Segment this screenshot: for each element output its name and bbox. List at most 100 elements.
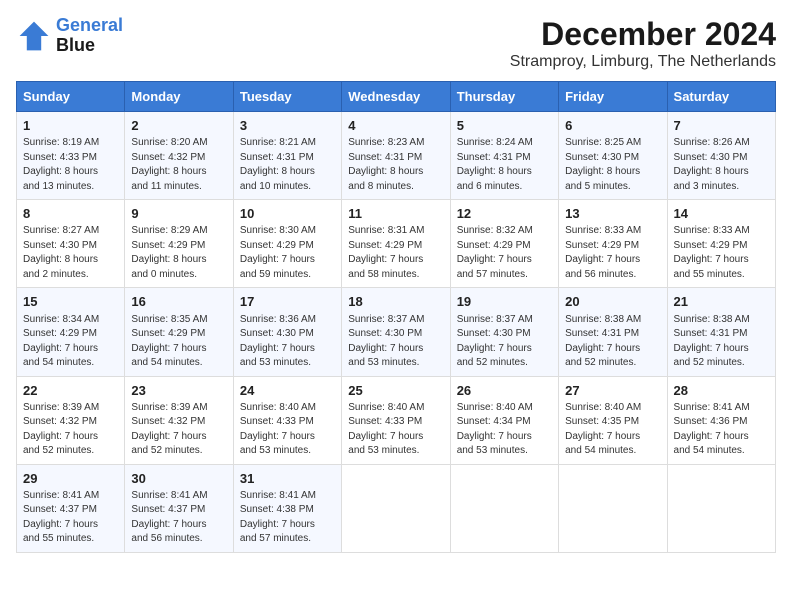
calendar-cell: 6Sunrise: 8:25 AMSunset: 4:30 PMDaylight… [559, 112, 667, 200]
logo-icon [16, 18, 52, 54]
day-info: Sunrise: 8:34 AMSunset: 4:29 PMDaylight:… [23, 313, 118, 371]
day-info: Sunrise: 8:23 AMSunset: 4:31 PMDaylight:… [348, 136, 443, 194]
day-number: 10 [240, 205, 335, 223]
day-info: Sunrise: 8:41 AMSunset: 4:38 PMDaylight:… [240, 489, 335, 547]
calendar-cell: 31Sunrise: 8:41 AMSunset: 4:38 PMDayligh… [233, 464, 341, 552]
day-info: Sunrise: 8:40 AMSunset: 4:34 PMDaylight:… [457, 401, 552, 459]
calendar-table: SundayMondayTuesdayWednesdayThursdayFrid… [16, 81, 776, 553]
calendar-cell: 30Sunrise: 8:41 AMSunset: 4:37 PMDayligh… [125, 464, 233, 552]
day-number: 29 [23, 470, 118, 488]
day-number: 22 [23, 382, 118, 400]
day-number: 1 [23, 117, 118, 135]
calendar-cell: 19 Sunrise: 8:37 AMSunset: 4:30 PMDayligh… [450, 288, 558, 376]
calendar-cell: 12Sunrise: 8:32 AMSunset: 4:29 PMDayligh… [450, 200, 558, 288]
day-info: Sunrise: 8:39 AMSunset: 4:32 PMDaylight:… [131, 401, 226, 459]
weekday-header-monday: Monday [125, 82, 233, 112]
day-number: 2 [131, 117, 226, 135]
calendar-cell: 13Sunrise: 8:33 AMSunset: 4:29 PMDayligh… [559, 200, 667, 288]
weekday-header-thursday: Thursday [450, 82, 558, 112]
calendar-cell: 4Sunrise: 8:23 AMSunset: 4:31 PMDaylight… [342, 112, 450, 200]
day-number: 25 [348, 382, 443, 400]
calendar-cell [342, 464, 450, 552]
day-number: 15 [23, 293, 118, 311]
calendar-cell: 3Sunrise: 8:21 AMSunset: 4:31 PMDaylight… [233, 112, 341, 200]
day-number: 26 [457, 382, 552, 400]
day-info: Sunrise: 8:37 AMSunset: 4:30 PMDaylight:… [457, 313, 552, 371]
day-number: 27 [565, 382, 660, 400]
calendar-cell: 26Sunrise: 8:40 AMSunset: 4:34 PMDayligh… [450, 376, 558, 464]
day-number: 13 [565, 205, 660, 223]
day-info: Sunrise: 8:41 AMSunset: 4:37 PMDaylight:… [23, 489, 118, 547]
calendar-cell: 28Sunrise: 8:41 AMSunset: 4:36 PMDayligh… [667, 376, 775, 464]
weekday-header-sunday: Sunday [17, 82, 125, 112]
logo: GeneralBlue [16, 16, 123, 56]
calendar-cell: 18 Sunrise: 8:37 AMSunset: 4:30 PMDayligh… [342, 288, 450, 376]
month-title: December 2024 [510, 16, 776, 53]
calendar-cell: 11Sunrise: 8:31 AMSunset: 4:29 PMDayligh… [342, 200, 450, 288]
location-title: Stramproy, Limburg, The Netherlands [510, 53, 776, 71]
title-block: December 2024 Stramproy, Limburg, The Ne… [510, 16, 776, 71]
day-info: Sunrise: 8:36 AMSunset: 4:30 PMDaylight:… [240, 313, 335, 371]
day-info: Sunrise: 8:20 AMSunset: 4:32 PMDaylight:… [131, 136, 226, 194]
day-number: 31 [240, 470, 335, 488]
day-info: Sunrise: 8:31 AMSunset: 4:29 PMDaylight:… [348, 224, 443, 282]
day-info: Sunrise: 8:37 AMSunset: 4:30 PMDaylight:… [348, 313, 443, 371]
weekday-header-tuesday: Tuesday [233, 82, 341, 112]
day-info: Sunrise: 8:38 AMSunset: 4:31 PMDaylight:… [565, 313, 660, 371]
calendar-cell [667, 464, 775, 552]
day-info: Sunrise: 8:40 AMSunset: 4:35 PMDaylight:… [565, 401, 660, 459]
calendar-cell [559, 464, 667, 552]
day-number: 16 [131, 293, 226, 311]
day-info: Sunrise: 8:41 AMSunset: 4:36 PMDaylight:… [674, 401, 769, 459]
calendar-cell: 16Sunrise: 8:35 AMSunset: 4:29 PMDayligh… [125, 288, 233, 376]
day-number: 17 [240, 293, 335, 311]
day-info: Sunrise: 8:24 AMSunset: 4:31 PMDaylight:… [457, 136, 552, 194]
day-info: Sunrise: 8:40 AMSunset: 4:33 PMDaylight:… [240, 401, 335, 459]
day-number: 30 [131, 470, 226, 488]
day-number: 12 [457, 205, 552, 223]
day-info: Sunrise: 8:40 AMSunset: 4:33 PMDaylight:… [348, 401, 443, 459]
day-number: 8 [23, 205, 118, 223]
calendar-cell: 25Sunrise: 8:40 AMSunset: 4:33 PMDayligh… [342, 376, 450, 464]
calendar-cell: 2Sunrise: 8:20 AMSunset: 4:32 PMDaylight… [125, 112, 233, 200]
day-number: 7 [674, 117, 769, 135]
weekday-header-friday: Friday [559, 82, 667, 112]
day-number: 23 [131, 382, 226, 400]
logo-text: GeneralBlue [56, 16, 123, 56]
day-number: 18 [348, 293, 443, 311]
day-info: Sunrise: 8:39 AMSunset: 4:32 PMDaylight:… [23, 401, 118, 459]
day-info: Sunrise: 8:33 AMSunset: 4:29 PMDaylight:… [674, 224, 769, 282]
calendar-cell: 7Sunrise: 8:26 AMSunset: 4:30 PMDaylight… [667, 112, 775, 200]
day-number: 19 [457, 293, 552, 311]
day-number: 28 [674, 382, 769, 400]
day-info: Sunrise: 8:26 AMSunset: 4:30 PMDaylight:… [674, 136, 769, 194]
day-info: Sunrise: 8:41 AMSunset: 4:37 PMDaylight:… [131, 489, 226, 547]
day-number: 20 [565, 293, 660, 311]
day-info: Sunrise: 8:25 AMSunset: 4:30 PMDaylight:… [565, 136, 660, 194]
day-number: 9 [131, 205, 226, 223]
calendar-cell: 14Sunrise: 8:33 AMSunset: 4:29 PMDayligh… [667, 200, 775, 288]
calendar-cell: 23Sunrise: 8:39 AMSunset: 4:32 PMDayligh… [125, 376, 233, 464]
calendar-cell: 20 Sunrise: 8:38 AMSunset: 4:31 PMDayligh… [559, 288, 667, 376]
day-number: 14 [674, 205, 769, 223]
weekday-header-wednesday: Wednesday [342, 82, 450, 112]
calendar-cell: 29Sunrise: 8:41 AMSunset: 4:37 PMDayligh… [17, 464, 125, 552]
calendar-cell: 10Sunrise: 8:30 AMSunset: 4:29 PMDayligh… [233, 200, 341, 288]
day-info: Sunrise: 8:27 AMSunset: 4:30 PMDaylight:… [23, 224, 118, 282]
calendar-cell: 27Sunrise: 8:40 AMSunset: 4:35 PMDayligh… [559, 376, 667, 464]
calendar-cell: 9Sunrise: 8:29 AMSunset: 4:29 PMDaylight… [125, 200, 233, 288]
day-number: 5 [457, 117, 552, 135]
day-info: Sunrise: 8:29 AMSunset: 4:29 PMDaylight:… [131, 224, 226, 282]
calendar-cell: 22Sunrise: 8:39 AMSunset: 4:32 PMDayligh… [17, 376, 125, 464]
day-info: Sunrise: 8:33 AMSunset: 4:29 PMDaylight:… [565, 224, 660, 282]
day-number: 6 [565, 117, 660, 135]
calendar-cell: 15 Sunrise: 8:34 AMSunset: 4:29 PMDayligh… [17, 288, 125, 376]
calendar-cell: 1Sunrise: 8:19 AMSunset: 4:33 PMDaylight… [17, 112, 125, 200]
day-info: Sunrise: 8:19 AMSunset: 4:33 PMDaylight:… [23, 136, 118, 194]
day-number: 4 [348, 117, 443, 135]
day-info: Sunrise: 8:21 AMSunset: 4:31 PMDaylight:… [240, 136, 335, 194]
calendar-cell: 21Sunrise: 8:38 AMSunset: 4:31 PMDayligh… [667, 288, 775, 376]
page-header: GeneralBlue December 2024 Stramproy, Lim… [16, 16, 776, 71]
calendar-cell: 5Sunrise: 8:24 AMSunset: 4:31 PMDaylight… [450, 112, 558, 200]
weekday-header-saturday: Saturday [667, 82, 775, 112]
